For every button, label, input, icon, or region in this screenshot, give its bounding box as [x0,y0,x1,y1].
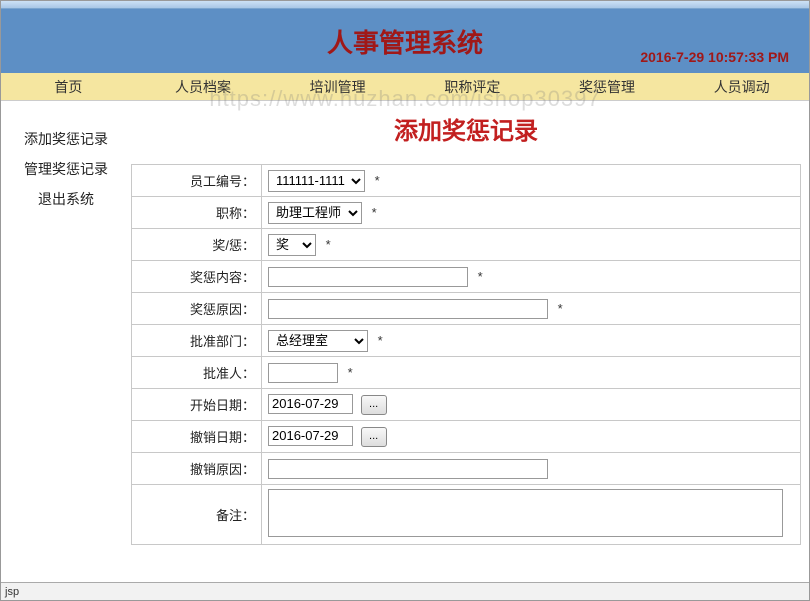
app-header: 人事管理系统 2016-7-29 10:57:33 PM [1,9,809,73]
sidebar: 添加奖惩记录 管理奖惩记录 退出系统 [1,101,131,582]
content-area: 人事管理系统 2016-7-29 10:57:33 PM 首页 人员档案 培训管… [1,1,809,582]
required-mark: * [326,237,331,252]
required-mark: * [478,269,483,284]
label-employee-id: 员工编号： [132,165,262,197]
nav-personnel[interactable]: 人员档案 [136,77,271,97]
textarea-remark[interactable] [268,489,783,537]
sidebar-item-add[interactable]: 添加奖惩记录 [1,129,131,149]
required-mark: * [348,365,353,380]
main-panel: 添加奖惩记录 员工编号： 111111-1111 * 职称： 助理工程师 * [131,101,809,582]
nav-home[interactable]: 首页 [1,77,136,97]
form-table: 员工编号： 111111-1111 * 职称： 助理工程师 * [131,164,801,545]
input-revoke-date[interactable] [268,426,353,446]
label-reason: 奖惩原因： [132,293,262,325]
body-row: 添加奖惩记录 管理奖惩记录 退出系统 添加奖惩记录 员工编号： 111111-1… [1,101,809,582]
required-mark: * [372,205,377,220]
select-employee-id[interactable]: 111111-1111 [268,170,365,192]
app-window: 人事管理系统 2016-7-29 10:57:33 PM 首页 人员档案 培训管… [0,0,810,601]
date-picker-button[interactable]: ... [361,395,387,415]
input-reason[interactable] [268,299,548,319]
date-picker-button[interactable]: ... [361,427,387,447]
required-mark: * [375,173,380,188]
required-mark: * [378,333,383,348]
page-title: 添加奖惩记录 [131,111,801,146]
label-content: 奖惩内容： [132,261,262,293]
input-start-date[interactable] [268,394,353,414]
nav-training[interactable]: 培训管理 [270,77,405,97]
label-reward-type: 奖/惩： [132,229,262,261]
input-content[interactable] [268,267,468,287]
nav-transfer[interactable]: 人员调动 [674,77,809,97]
label-remark: 备注： [132,485,262,545]
header-timestamp: 2016-7-29 10:57:33 PM [640,49,789,65]
main-nav: 首页 人员档案 培训管理 职称评定 奖惩管理 人员调动 [1,73,809,101]
select-title[interactable]: 助理工程师 [268,202,362,224]
input-revoke-reason[interactable] [268,459,548,479]
app-title: 人事管理系统 [327,23,483,60]
window-titlebar [1,1,809,9]
input-approver[interactable] [268,363,338,383]
label-revoke-reason: 撤销原因： [132,453,262,485]
status-bar: jsp [1,582,809,600]
nav-reward[interactable]: 奖惩管理 [540,77,675,97]
label-start-date: 开始日期： [132,389,262,421]
select-reward-type[interactable]: 奖 [268,234,316,256]
nav-title-eval[interactable]: 职称评定 [405,77,540,97]
sidebar-item-manage[interactable]: 管理奖惩记录 [1,159,131,179]
label-title: 职称： [132,197,262,229]
label-revoke-date: 撤销日期： [132,421,262,453]
label-dept: 批准部门： [132,325,262,357]
sidebar-item-exit[interactable]: 退出系统 [1,189,131,209]
select-dept[interactable]: 总经理室 [268,330,368,352]
label-approver: 批准人： [132,357,262,389]
required-mark: * [558,301,563,316]
status-text: jsp [5,586,19,598]
